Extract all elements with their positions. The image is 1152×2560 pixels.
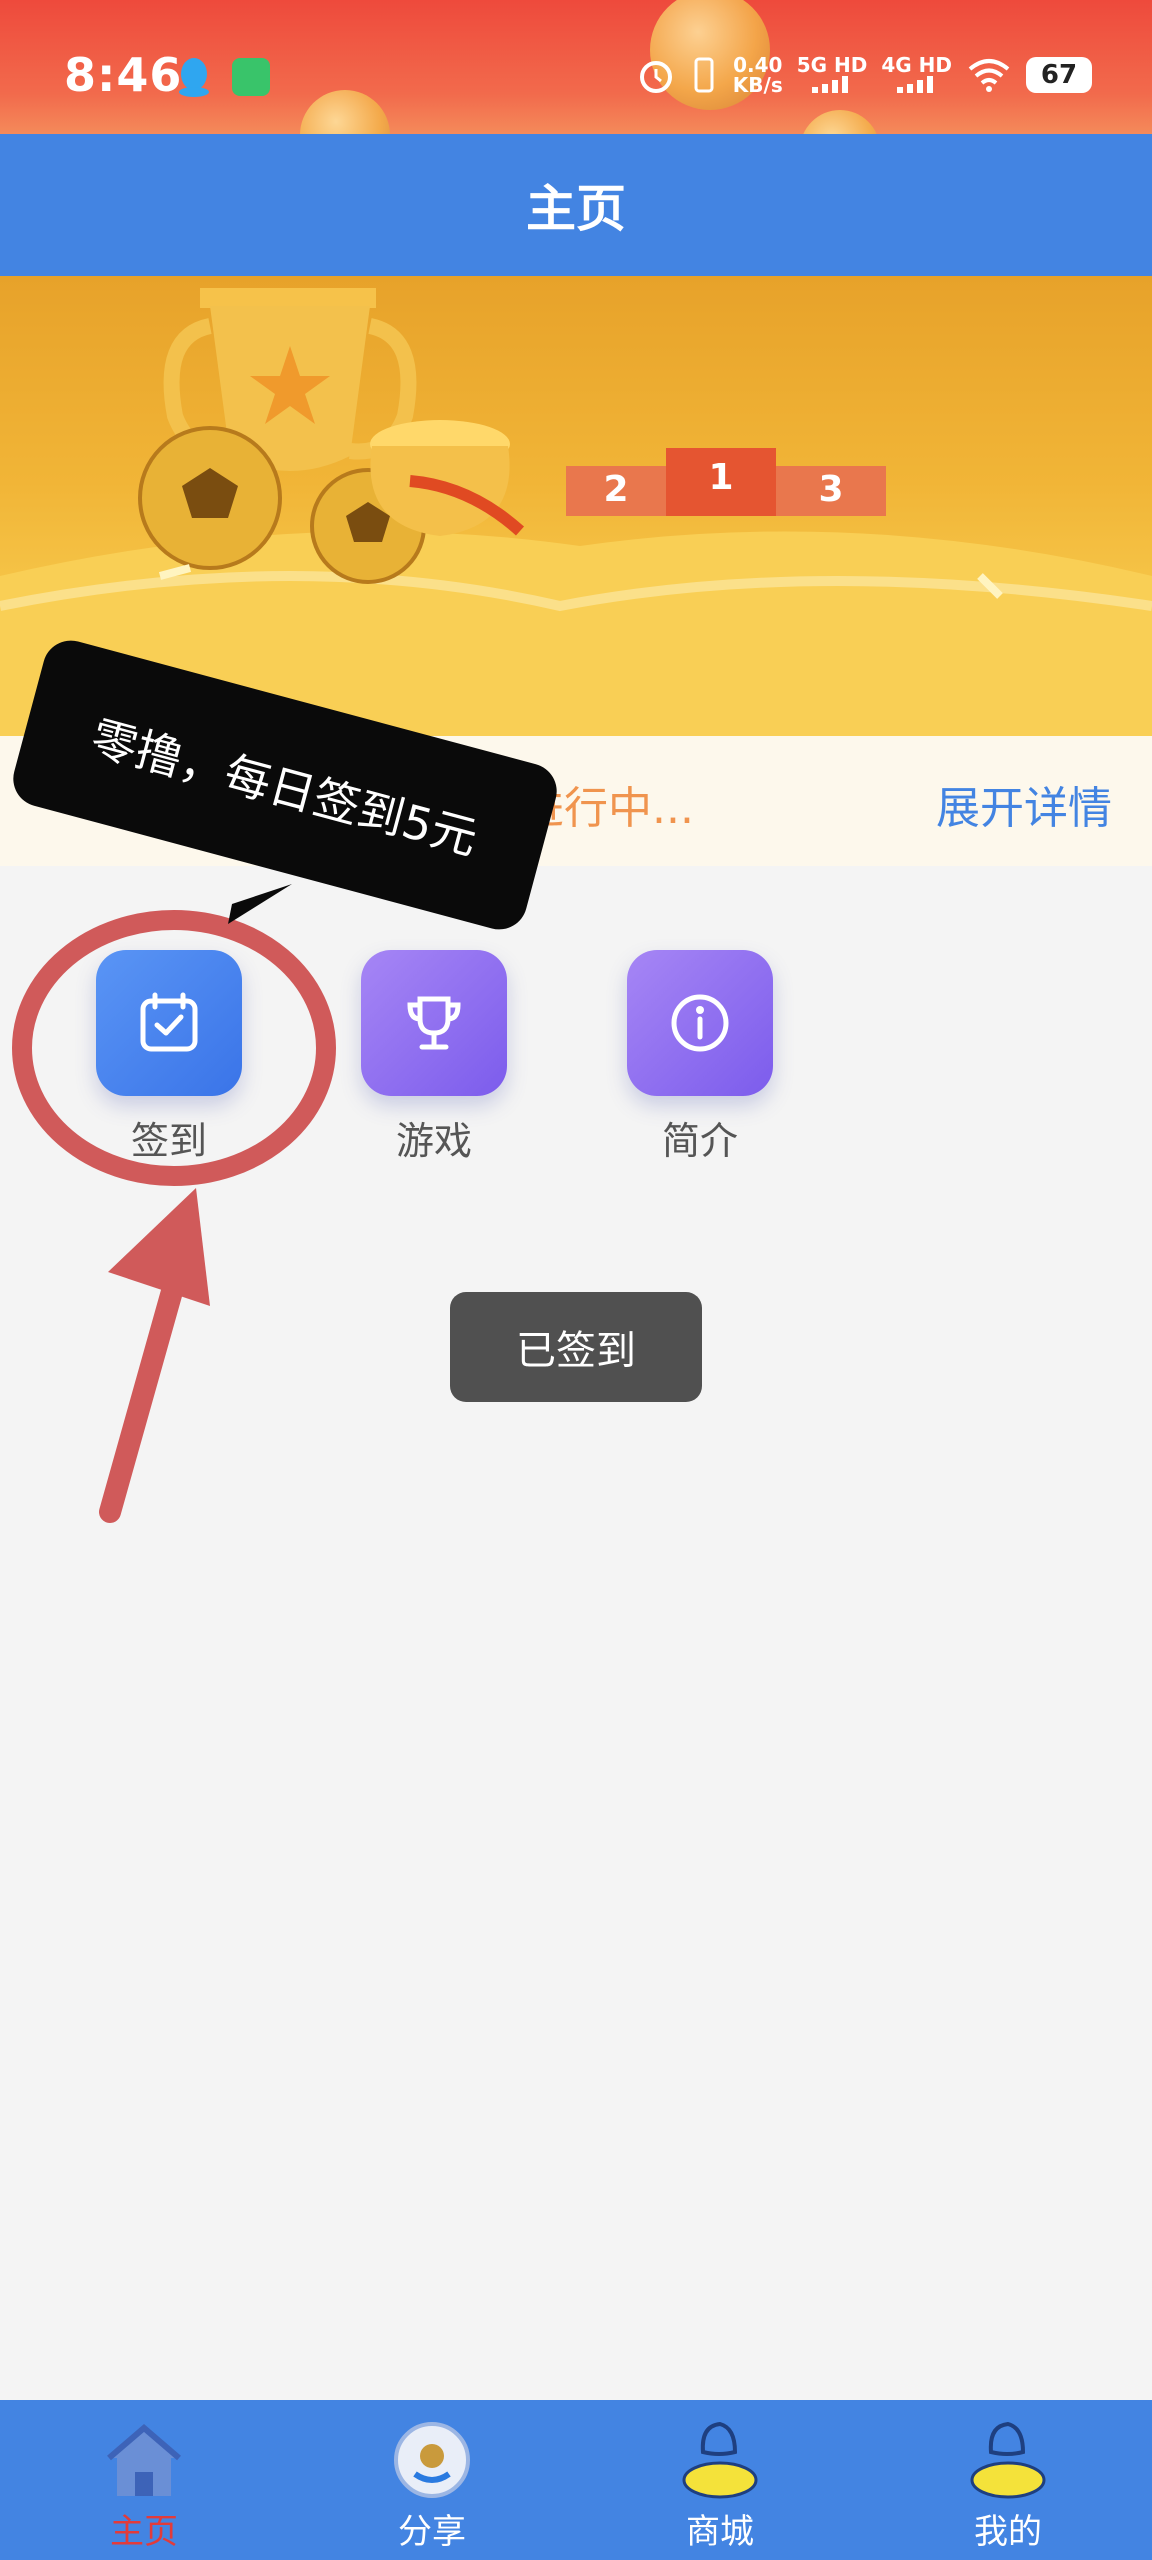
feature-label: 签到 <box>130 1119 207 1163</box>
callout-tail <box>228 884 292 924</box>
trophy-icon <box>407 996 461 1050</box>
nav-item-shop[interactable]: 商城 <box>576 2400 864 2560</box>
pointer-arrow-head <box>108 1188 210 1306</box>
nav-label: 我的 <box>974 2512 1042 2552</box>
podium-rank-3: 3 <box>818 468 844 510</box>
share-badge-icon <box>394 2422 470 2498</box>
nav-label: 商城 <box>686 2512 754 2552</box>
app-notification-icon <box>232 58 270 96</box>
profile-icon <box>970 2421 1046 2499</box>
status-bar: 8:46 0.40 KB/s 5G HD 4G HD 67 <box>0 0 1152 134</box>
signal-bars-icon <box>896 75 933 93</box>
vibrate-icon <box>694 57 714 93</box>
expand-details-link[interactable]: 展开详情 <box>936 772 1112 836</box>
page-title: 主页 <box>526 180 626 238</box>
podium-rank-2: 2 <box>603 468 629 510</box>
qq-icon <box>179 58 209 97</box>
toast-message: 已签到 <box>450 1292 702 1402</box>
status-time: 8:46 <box>64 48 183 102</box>
alarm-icon <box>639 61 672 93</box>
page-header: 主页 <box>0 134 1152 276</box>
decorative-coin <box>300 90 390 134</box>
wifi-icon <box>968 59 1010 92</box>
signal-5g: 5G HD <box>797 55 867 96</box>
nav-label: 主页 <box>110 2512 178 2552</box>
battery-level: 67 <box>1026 57 1092 93</box>
calendar-check-icon <box>140 992 198 1052</box>
home-icon <box>107 2424 181 2496</box>
shop-icon <box>682 2421 758 2499</box>
feature-intro[interactable]: 简介 <box>625 950 775 1165</box>
signal-4g: 4G HD <box>881 55 952 96</box>
feature-checkin[interactable]: 签到 <box>94 950 244 1165</box>
pointer-arrow-shaft <box>99 1259 189 1523</box>
nav-label: 分享 <box>398 2512 466 2552</box>
nav-item-profile[interactable]: 我的 <box>864 2400 1152 2560</box>
network-speed: 0.40 KB/s <box>732 53 783 97</box>
nav-item-share[interactable]: 分享 <box>288 2400 576 2560</box>
decorative-coin <box>800 110 880 134</box>
nav-item-home[interactable]: 主页 <box>0 2400 288 2560</box>
info-icon <box>671 994 729 1052</box>
feature-label: 游戏 <box>395 1119 472 1163</box>
signal-bars-icon <box>812 75 849 93</box>
podium-rank-1: 1 <box>708 456 734 498</box>
bottom-nav: 主页 分享 商城 我的 <box>0 2400 1152 2560</box>
feature-game[interactable]: 游戏 <box>359 950 509 1165</box>
feature-label: 简介 <box>661 1119 738 1163</box>
